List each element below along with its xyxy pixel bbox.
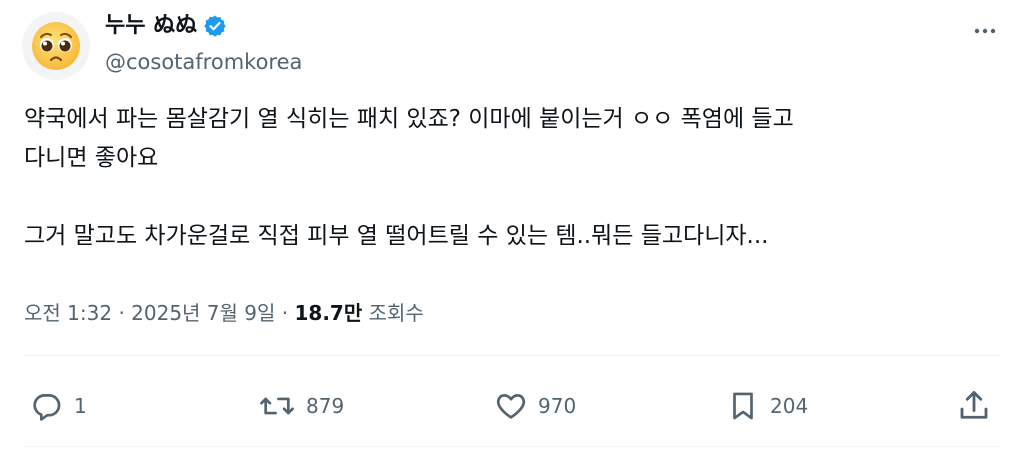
verified-badge-icon[interactable]	[203, 14, 227, 38]
retweet-button[interactable]: 879	[258, 386, 344, 426]
reply-count: 1	[74, 394, 87, 418]
reply-button[interactable]: 1	[30, 386, 87, 426]
reply-icon	[33, 394, 61, 421]
bookmark-icon	[733, 392, 753, 420]
divider	[24, 446, 1000, 447]
display-name[interactable]: 누누 ぬぬ	[105, 12, 197, 40]
retweet-count: 879	[306, 394, 345, 418]
view-count-label: 조회수	[368, 301, 424, 325]
meta-separator: ·	[281, 301, 289, 325]
divider	[24, 355, 1000, 356]
view-count: 18.7만	[294, 301, 363, 325]
tweet-text-line: 그거 말고도 차가운걸로 직접 피부 열 떨어트릴 수 있는 템..뭐든 들고다…	[24, 223, 769, 249]
more-options-icon[interactable]	[970, 16, 1000, 46]
like-count: 970	[538, 394, 577, 418]
tweet-text-line: 다니면 좋아요	[24, 145, 159, 171]
bookmark-count: 204	[770, 394, 809, 418]
share-button[interactable]	[956, 386, 992, 426]
tweet-time[interactable]: 오전 1:32	[24, 301, 112, 325]
tweet-text-line: 약국에서 파는 몸살감기 열 식히는 패치 있죠? 이마에 붙이는거 ㅇㅇ 폭염…	[24, 106, 794, 132]
author-name-row: 누누 ぬぬ	[105, 12, 227, 40]
bookmark-button[interactable]: 204	[726, 386, 808, 426]
pleading-face-emoji-icon	[32, 22, 80, 70]
tweet-text: 약국에서 파는 몸살감기 열 식히는 패치 있죠? 이마에 붙이는거 ㅇㅇ 폭염…	[24, 100, 999, 256]
action-bar: 1 879 970 204	[0, 386, 1024, 426]
heart-icon	[496, 394, 526, 419]
tweet-date[interactable]: 2025년 7월 9일	[131, 301, 275, 325]
tweet: 누누 ぬぬ @cosotafromkorea 약국에서 파는 몸살감기 열 식히…	[0, 0, 1024, 452]
author-handle[interactable]: @cosotafromkorea	[105, 48, 302, 76]
avatar[interactable]	[22, 12, 90, 80]
retweet-icon	[260, 397, 294, 415]
like-button[interactable]: 970	[494, 386, 576, 426]
share-icon	[960, 391, 988, 419]
tweet-meta: 오전 1:32 · 2025년 7월 9일 · 18.7만 조회수	[24, 298, 424, 328]
meta-separator: ·	[118, 301, 125, 325]
